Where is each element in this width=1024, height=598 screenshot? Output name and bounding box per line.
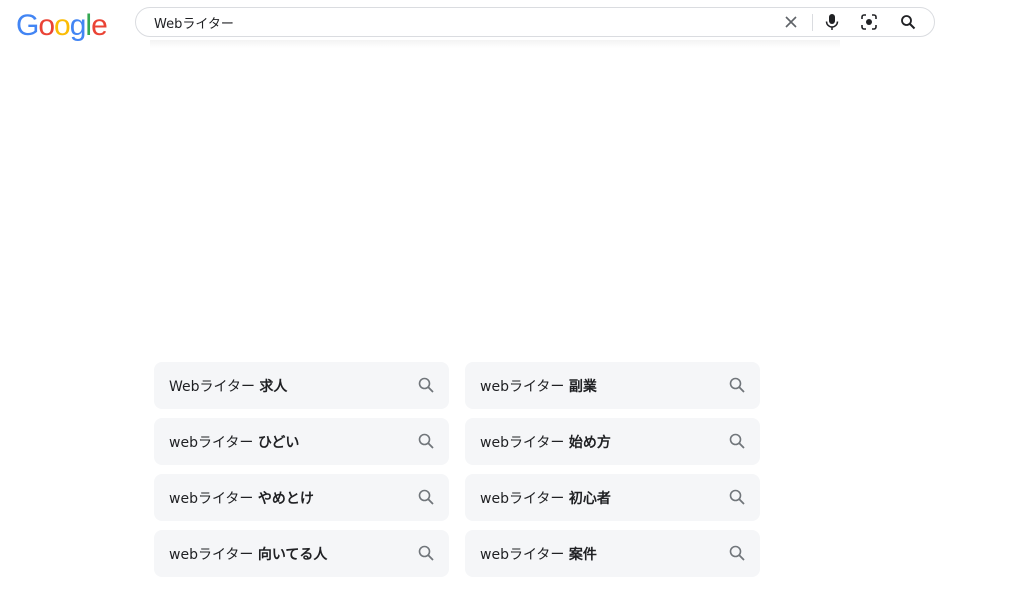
search-icon bbox=[729, 377, 745, 393]
related-search-label: webライター 向いてる人 bbox=[169, 546, 328, 563]
related-search-item[interactable]: webライター 始め方 bbox=[465, 418, 760, 465]
related-searches: Webライター 求人 webライター 副業 webライター ひどい webライタ… bbox=[154, 362, 760, 577]
search-icon bbox=[418, 377, 434, 393]
related-search-label: webライター 案件 bbox=[480, 546, 597, 563]
logo-letter: o bbox=[54, 9, 71, 42]
related-search-item[interactable]: webライター 初心者 bbox=[465, 474, 760, 521]
related-search-item[interactable]: webライター やめとけ bbox=[154, 474, 449, 521]
related-search-item[interactable]: Webライター 求人 bbox=[154, 362, 449, 409]
search-icon bbox=[418, 545, 434, 561]
related-search-label: Webライター 求人 bbox=[169, 378, 288, 395]
faded-tabs-strip bbox=[150, 40, 840, 48]
related-search-item[interactable]: webライター 向いてる人 bbox=[154, 530, 449, 577]
search-icon bbox=[729, 433, 745, 449]
search-icon bbox=[418, 433, 434, 449]
clear-icon[interactable] bbox=[781, 12, 801, 32]
related-search-item[interactable]: webライター ひどい bbox=[154, 418, 449, 465]
search-bar-divider bbox=[812, 14, 813, 31]
related-search-label: webライター やめとけ bbox=[169, 490, 314, 507]
logo-letter: o bbox=[38, 9, 55, 42]
related-search-item[interactable]: webライター 副業 bbox=[465, 362, 760, 409]
lens-icon[interactable] bbox=[859, 12, 879, 32]
search-results-page: Google Webライター Webライター 求人 webライター 副業 web… bbox=[0, 0, 1024, 598]
logo-letter: G bbox=[16, 9, 39, 42]
related-search-label: webライター 副業 bbox=[480, 378, 597, 395]
search-icon bbox=[418, 489, 434, 505]
related-search-item[interactable]: webライター 案件 bbox=[465, 530, 760, 577]
logo-letter: g bbox=[69, 9, 87, 42]
related-search-label: webライター 始め方 bbox=[480, 434, 611, 451]
logo-letter: e bbox=[91, 9, 108, 42]
related-search-label: webライター ひどい bbox=[169, 434, 300, 451]
search-icon[interactable] bbox=[898, 12, 918, 32]
microphone-icon[interactable] bbox=[822, 12, 842, 32]
google-logo[interactable]: Google bbox=[16, 8, 108, 44]
search-bar bbox=[135, 7, 935, 37]
search-icon bbox=[729, 489, 745, 505]
search-input[interactable] bbox=[154, 8, 754, 36]
related-search-label: webライター 初心者 bbox=[480, 490, 611, 507]
search-icon bbox=[729, 545, 745, 561]
